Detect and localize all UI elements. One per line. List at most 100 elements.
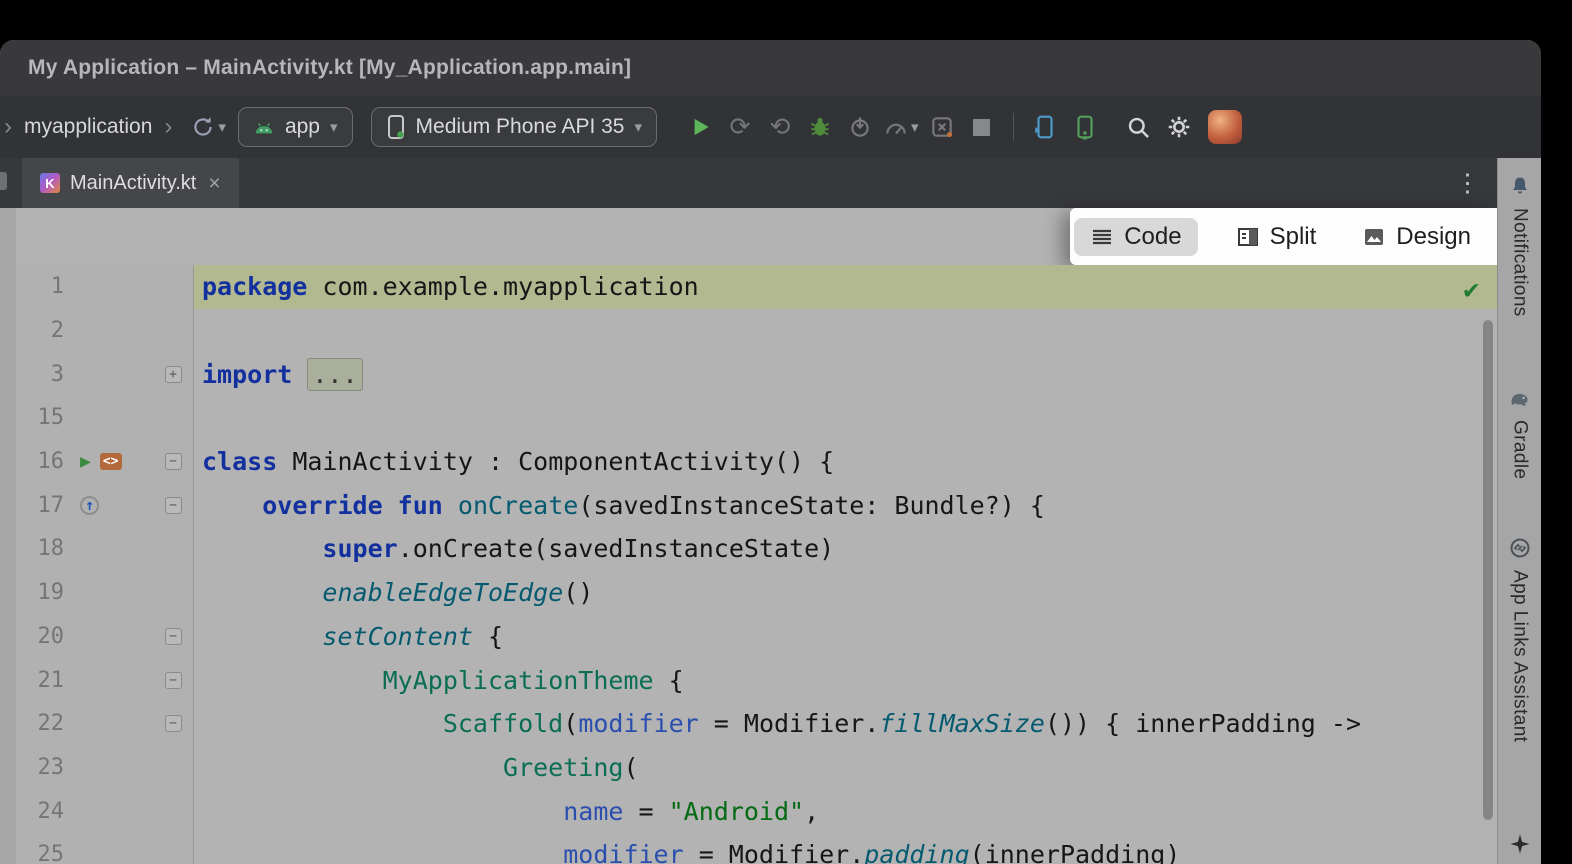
- code-text[interactable]: [194, 309, 1497, 353]
- tool-window-gradle[interactable]: Gradle: [1498, 386, 1541, 479]
- line-number[interactable]: 24: [16, 799, 64, 824]
- line-number[interactable]: 17: [16, 493, 64, 518]
- device-manager-button[interactable]: [1028, 109, 1062, 145]
- code-text[interactable]: package com.example.myapplication: [194, 265, 1497, 309]
- code-line[interactable]: 17 ↑ − override fun onCreate(savedInstance…: [16, 483, 1497, 527]
- design-icon: [1362, 225, 1386, 249]
- run-button[interactable]: [683, 109, 717, 145]
- code-line[interactable]: 15: [16, 396, 1497, 440]
- gutter: 18: [16, 527, 194, 571]
- editor-scrollbar[interactable]: [1483, 320, 1493, 820]
- line-number[interactable]: 3: [16, 362, 64, 387]
- fold-marker-minus[interactable]: −: [165, 672, 182, 689]
- search-button[interactable]: [1122, 109, 1156, 145]
- code-text[interactable]: class MainActivity : ComponentActivity()…: [194, 440, 1497, 484]
- close-icon[interactable]: ×: [206, 173, 220, 194]
- toolbar-divider: [1013, 113, 1014, 141]
- fold-marker-minus[interactable]: −: [165, 628, 182, 645]
- inspections-status-icon[interactable]: ✔: [1463, 275, 1479, 305]
- code-line[interactable]: 23 Greeting(: [16, 746, 1497, 790]
- code-token: [202, 753, 503, 782]
- collapsed-tool-stripe-handle[interactable]: [0, 172, 7, 190]
- code-token: [202, 840, 563, 864]
- device-selector[interactable]: Medium Phone API 35 ▾: [371, 107, 658, 147]
- code-text[interactable]: name = "Android",: [194, 789, 1497, 833]
- main-toolbar: › myapplication › ▾ app ▾: [0, 96, 1541, 158]
- compose-gutter-icon[interactable]: <>: [100, 453, 122, 470]
- stop-button[interactable]: [965, 109, 999, 145]
- line-number[interactable]: 18: [16, 536, 64, 561]
- code-text[interactable]: [194, 396, 1497, 440]
- code-token: [443, 491, 458, 520]
- gradle-sync-button[interactable]: ▾: [190, 109, 226, 145]
- line-number[interactable]: 2: [16, 318, 64, 343]
- code-text[interactable]: Greeting(: [194, 746, 1497, 790]
- run-gutter-icon[interactable]: ▶: [80, 453, 91, 471]
- code-token: modifier: [563, 840, 683, 864]
- line-number[interactable]: 15: [16, 405, 64, 430]
- code-line[interactable]: 3 + import ...: [16, 352, 1497, 396]
- line-number[interactable]: 19: [16, 580, 64, 605]
- module-selector[interactable]: app ▾: [238, 107, 353, 147]
- gutter: 17 ↑ −: [16, 483, 194, 527]
- code-text[interactable]: super.onCreate(savedInstanceState): [194, 527, 1497, 571]
- gutter: 21 −: [16, 658, 194, 702]
- apply-changes-button[interactable]: ⟳: [723, 109, 757, 145]
- code-line[interactable]: 24 name = "Android",: [16, 789, 1497, 833]
- code-text[interactable]: import ...: [194, 352, 1497, 396]
- code-line[interactable]: 2: [16, 309, 1497, 353]
- attach-debugger-button[interactable]: [843, 109, 877, 145]
- assistant-button[interactable]: [1498, 832, 1541, 856]
- apply-code-changes-button[interactable]: ⟲: [763, 109, 797, 145]
- mode-design-button[interactable]: Design: [1354, 218, 1479, 256]
- code-line[interactable]: 20 − setContent {: [16, 615, 1497, 659]
- fold-marker-minus[interactable]: −: [165, 715, 182, 732]
- line-number[interactable]: 23: [16, 755, 64, 780]
- code-text[interactable]: override fun onCreate(savedInstanceState…: [194, 483, 1497, 527]
- apply-code-changes-icon: ⟲: [770, 115, 791, 140]
- code-text[interactable]: setContent {: [194, 615, 1497, 659]
- code-text[interactable]: Scaffold(modifier = Modifier.fillMaxSize…: [194, 702, 1497, 746]
- profiler-button[interactable]: ▾: [883, 109, 919, 145]
- settings-button[interactable]: [1162, 109, 1196, 145]
- gutter: 20 −: [16, 615, 194, 659]
- tab-mainactivity[interactable]: K MainActivity.kt ×: [22, 158, 239, 208]
- gutter: 1: [16, 265, 194, 309]
- fold-marker-plus[interactable]: +: [165, 366, 182, 383]
- line-number[interactable]: 1: [16, 274, 64, 299]
- tab-overflow-menu[interactable]: ⋮: [1455, 168, 1481, 198]
- code-line[interactable]: 21 − MyApplicationTheme {: [16, 658, 1497, 702]
- code-editor[interactable]: 1package com.example.myapplication23+imp…: [16, 265, 1497, 864]
- tool-window-app-links-assistant[interactable]: App Links Assistant: [1498, 536, 1541, 742]
- code-text[interactable]: enableEdgeToEdge(): [194, 571, 1497, 615]
- run-configurations-button[interactable]: [925, 109, 959, 145]
- code-line[interactable]: 1 package com.example.myapplication: [16, 265, 1497, 309]
- avatar[interactable]: [1208, 110, 1242, 144]
- code-text[interactable]: modifier = Modifier.padding(innerPadding…: [194, 833, 1497, 864]
- override-gutter-icon[interactable]: ↑: [80, 496, 99, 515]
- tab-title: MainActivity.kt: [70, 172, 196, 195]
- code-line[interactable]: 22 − Scaffold(modifier = Modifier.fillMax…: [16, 702, 1497, 746]
- line-number[interactable]: 25: [16, 842, 64, 864]
- line-number[interactable]: 22: [16, 711, 64, 736]
- breadcrumb[interactable]: myapplication: [20, 115, 156, 139]
- running-devices-button[interactable]: [1068, 109, 1102, 145]
- debug-button[interactable]: [803, 109, 837, 145]
- code-line[interactable]: 18 super.onCreate(savedInstanceState): [16, 527, 1497, 571]
- code-text[interactable]: MyApplicationTheme {: [194, 658, 1497, 702]
- code-line[interactable]: 25 modifier = Modifier.padding(innerPadd…: [16, 833, 1497, 864]
- mode-split-button[interactable]: Split: [1228, 218, 1325, 256]
- line-number[interactable]: 21: [16, 668, 64, 693]
- window-titlebar: My Application – MainActivity.kt [My_App…: [0, 40, 1541, 96]
- fold-marker-minus[interactable]: −: [165, 453, 182, 470]
- line-number[interactable]: 20: [16, 624, 64, 649]
- code-token: override fun: [262, 491, 443, 520]
- mode-code-button[interactable]: Code: [1074, 218, 1197, 256]
- fold-marker-minus[interactable]: −: [165, 497, 182, 514]
- code-line[interactable]: 16 ▶ <> −class MainActivity : ComponentActi…: [16, 440, 1497, 484]
- apply-changes-icon: ⟳: [730, 115, 751, 140]
- tool-window-label: App Links Assistant: [1509, 570, 1531, 742]
- tool-window-notifications[interactable]: Notifications: [1498, 174, 1541, 317]
- line-number[interactable]: 16: [16, 449, 64, 474]
- code-line[interactable]: 19 enableEdgeToEdge(): [16, 571, 1497, 615]
